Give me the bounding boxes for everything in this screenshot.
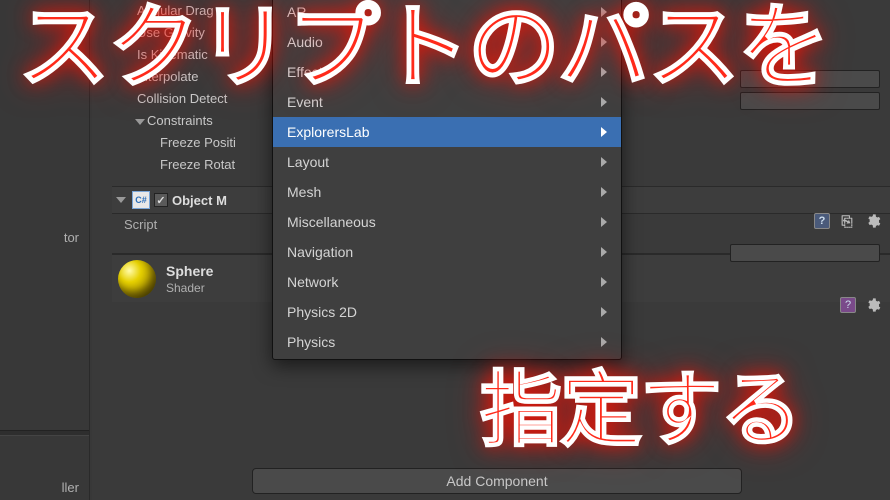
dd-label: Layout: [287, 154, 329, 170]
left-divider: [0, 430, 89, 436]
add-component-button[interactable]: Add Component: [252, 468, 742, 494]
material-name: Sphere: [166, 263, 213, 279]
label-use-gravity: Use Gravity: [137, 25, 205, 40]
gear-icon[interactable]: [864, 212, 882, 230]
script-field-value[interactable]: [730, 244, 880, 262]
dd-item-miscellaneous[interactable]: Miscellaneous: [273, 207, 621, 237]
dd-item-network[interactable]: Network: [273, 267, 621, 297]
dd-item-navigation[interactable]: Navigation: [273, 237, 621, 267]
label-angular-drag: Angular Drag: [137, 3, 214, 18]
submenu-arrow-icon: [601, 157, 607, 167]
dd-item-mesh[interactable]: Mesh: [273, 177, 621, 207]
dd-label: AR: [287, 4, 306, 20]
csharp-script-icon: C#: [132, 191, 150, 209]
submenu-arrow-icon: [601, 277, 607, 287]
dd-label: ExplorersLab: [287, 124, 370, 140]
dd-label: Effects: [287, 64, 330, 80]
submenu-arrow-icon: [601, 217, 607, 227]
label-collision-detect: Collision Detect: [137, 91, 227, 106]
material-preview-sphere-icon: [118, 260, 156, 298]
shader-label: Shader: [166, 281, 213, 295]
dd-label: Network: [287, 274, 338, 290]
enable-checkbox[interactable]: ✓: [154, 193, 168, 207]
dd-item-physics[interactable]: Physics: [273, 327, 621, 357]
label-is-kinematic: Is Kinematic: [137, 47, 208, 62]
help-icon[interactable]: ?: [814, 213, 830, 229]
dd-item-ar[interactable]: AR: [273, 0, 621, 27]
left-sidebar: tor ller: [0, 0, 90, 500]
field-collision-value[interactable]: [740, 92, 880, 110]
label-constraints: Constraints: [147, 113, 213, 128]
submenu-arrow-icon: [601, 7, 607, 17]
submenu-arrow-icon: [601, 307, 607, 317]
submenu-arrow-icon: [601, 337, 607, 347]
dd-label: Audio: [287, 34, 323, 50]
dd-label: Miscellaneous: [287, 214, 376, 230]
preset-icon[interactable]: ⎘: [838, 212, 856, 230]
help-icon[interactable]: ?: [840, 297, 856, 313]
submenu-arrow-icon: [601, 187, 607, 197]
dd-item-layout[interactable]: Layout: [273, 147, 621, 177]
dd-item-event[interactable]: Event: [273, 87, 621, 117]
submenu-arrow-icon: [601, 67, 607, 77]
add-component-dropdown: AR Audio Effects Event ExplorersLab Layo…: [272, 0, 622, 360]
foldout-icon: [135, 119, 145, 125]
dd-item-physics2d[interactable]: Physics 2D: [273, 297, 621, 327]
field-interpolate-value[interactable]: [740, 70, 880, 88]
script-component-title: Object M: [172, 193, 227, 208]
left-label-ller: ller: [62, 480, 79, 495]
label-interpolate: Interpolate: [137, 69, 198, 84]
label-freeze-rotation: Freeze Rotat: [160, 157, 235, 172]
submenu-arrow-icon: [601, 97, 607, 107]
label-freeze-position: Freeze Positi: [160, 135, 236, 150]
submenu-arrow-icon: [601, 37, 607, 47]
dd-label: Event: [287, 94, 323, 110]
gear-icon[interactable]: [864, 296, 882, 314]
dd-item-explorerslab[interactable]: ExplorersLab: [273, 117, 621, 147]
submenu-arrow-icon: [601, 127, 607, 137]
left-label-tor: tor: [64, 230, 79, 245]
dd-item-audio[interactable]: Audio: [273, 27, 621, 57]
dd-item-effects[interactable]: Effects: [273, 57, 621, 87]
foldout-icon: [116, 197, 126, 203]
dd-label: Physics 2D: [287, 304, 357, 320]
dd-label: Navigation: [287, 244, 353, 260]
dd-label: Physics: [287, 334, 335, 350]
dd-label: Mesh: [287, 184, 321, 200]
submenu-arrow-icon: [601, 247, 607, 257]
